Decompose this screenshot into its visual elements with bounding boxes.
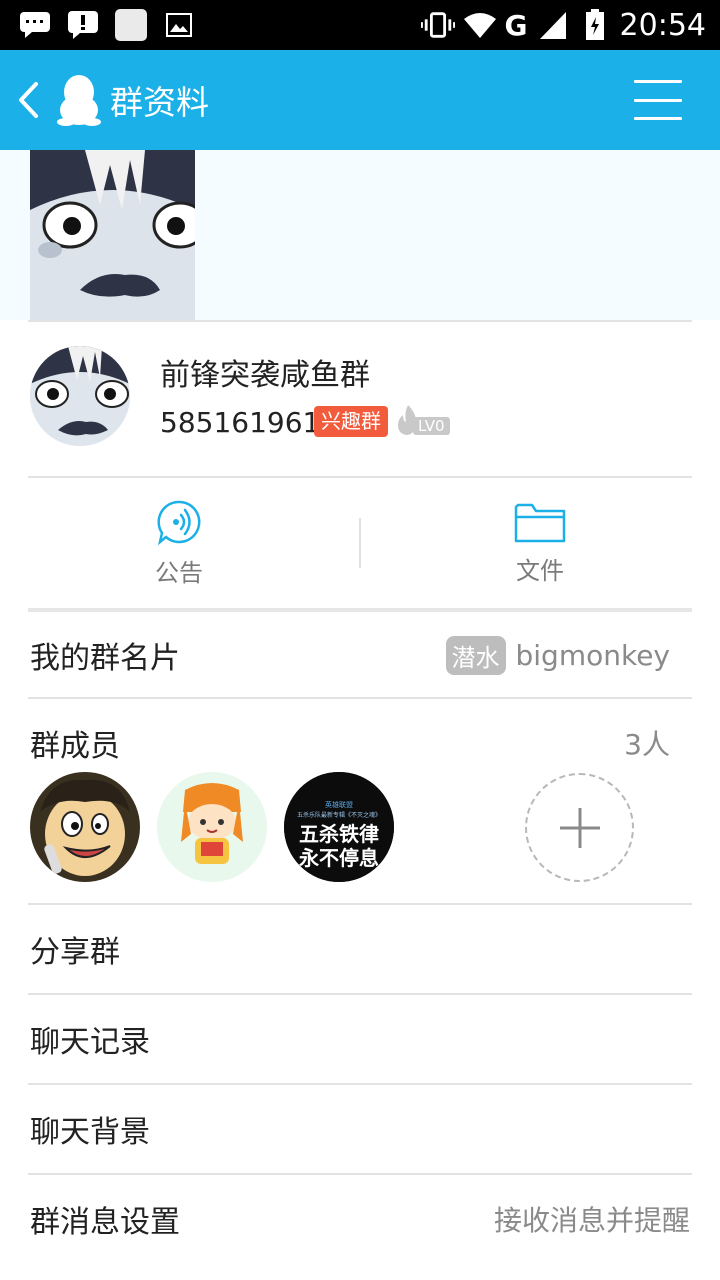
member-avatar[interactable] xyxy=(157,772,267,882)
vibrate-icon xyxy=(420,8,455,42)
alert-icon xyxy=(66,8,100,42)
group-level: LV0 xyxy=(395,404,450,436)
action-separator xyxy=(359,518,361,568)
group-id: 585161961 xyxy=(160,406,321,439)
message-settings-row[interactable]: 群消息设置 接收消息并提醒 xyxy=(30,1175,690,1263)
group-type-badge: 兴趣群 xyxy=(314,406,388,437)
plus-icon xyxy=(559,807,600,848)
menu-button[interactable] xyxy=(634,80,682,120)
share-group-label: 分享群 xyxy=(30,935,120,970)
files-label: 文件 xyxy=(516,556,564,585)
chevron-left-icon xyxy=(19,82,38,118)
chat-background-label: 聊天背景 xyxy=(30,1115,150,1150)
app-icon xyxy=(114,8,148,42)
menu-icon xyxy=(634,80,682,83)
chat-history-label: 聊天记录 xyxy=(30,1025,150,1060)
share-group-row[interactable]: 分享群 xyxy=(30,905,690,993)
group-name: 前锋突袭咸鱼群 xyxy=(160,358,370,393)
my-group-card-row[interactable]: 我的群名片 潜水 bigmonkey xyxy=(30,612,690,698)
chat-background-row[interactable]: 聊天背景 xyxy=(30,1085,690,1173)
title-bar: 群资料 xyxy=(0,50,720,150)
status-bar: G 20:54 xyxy=(0,0,720,50)
message-settings-value: 接收消息并提醒 xyxy=(493,1204,690,1237)
avatar-caption: 永不停息 xyxy=(299,846,379,870)
files-button[interactable]: 文件 xyxy=(375,478,705,608)
group-cover xyxy=(0,150,720,320)
page-title: 群资料 xyxy=(110,83,209,122)
wifi-icon xyxy=(463,8,497,42)
announcement-icon xyxy=(157,500,201,545)
network-type: G xyxy=(504,8,528,42)
cover-image[interactable] xyxy=(30,150,195,320)
image-icon xyxy=(162,8,196,42)
my-group-card-value: 潜水 bigmonkey xyxy=(445,635,671,675)
member-title-chip: 潜水 xyxy=(445,635,506,675)
message-settings-label: 群消息设置 xyxy=(30,1205,180,1240)
member-avatars: 英雄联盟 五杀乐队最新专辑《不灭之魂》 五杀铁律 永不停息 xyxy=(30,772,394,882)
announcement-button[interactable]: 公告 xyxy=(14,478,344,608)
message-icon xyxy=(18,8,52,42)
member-avatar[interactable]: 英雄联盟 五杀乐队最新专辑《不灭之魂》 五杀铁律 永不停息 xyxy=(284,772,394,882)
group-avatar[interactable] xyxy=(30,346,130,446)
clock: 20:54 xyxy=(619,7,706,43)
divider xyxy=(28,697,692,699)
my-group-card-nickname: bigmonkey xyxy=(515,638,671,672)
avatar-caption: 英雄联盟 xyxy=(325,801,353,809)
members-label: 群成员 xyxy=(30,729,120,764)
member-avatar[interactable] xyxy=(30,772,140,882)
level-tag: LV0 xyxy=(413,417,450,435)
signal-icon xyxy=(536,8,570,42)
add-member-button[interactable] xyxy=(525,773,634,882)
chat-history-row[interactable]: 聊天记录 xyxy=(30,995,690,1083)
members-count: 3人 xyxy=(624,728,670,761)
announcement-label: 公告 xyxy=(155,558,203,587)
my-group-card-label: 我的群名片 xyxy=(30,641,180,676)
qq-penguin-icon xyxy=(57,75,101,126)
divider xyxy=(28,320,692,322)
battery-icon xyxy=(578,8,612,42)
folder-icon xyxy=(514,503,566,542)
back-button[interactable] xyxy=(0,50,56,150)
